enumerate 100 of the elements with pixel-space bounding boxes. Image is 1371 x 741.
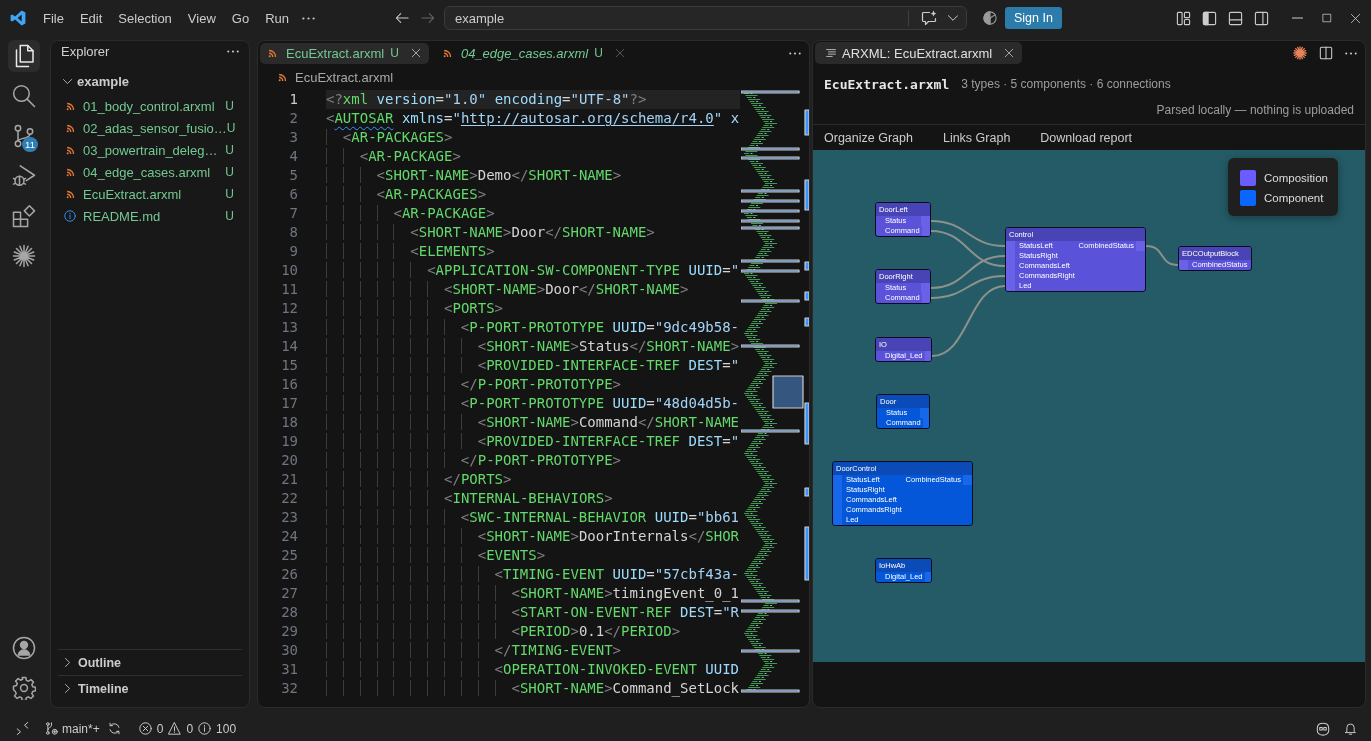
branch-icon[interactable] bbox=[45, 722, 58, 735]
remote-icon[interactable] bbox=[16, 722, 29, 735]
feed-icon bbox=[66, 189, 75, 199]
maximize-icon[interactable] bbox=[1322, 13, 1332, 23]
panel-toggle-icon[interactable] bbox=[1228, 10, 1243, 26]
menu-item[interactable]: Run bbox=[257, 7, 297, 29]
port-marker-icon[interactable] bbox=[833, 515, 842, 525]
toolbar-button[interactable]: Organize Graph bbox=[824, 127, 913, 148]
sign-in-button[interactable]: Sign In bbox=[1005, 7, 1062, 29]
git-status: U bbox=[225, 209, 234, 223]
more-icon[interactable] bbox=[227, 50, 239, 53]
more-icon[interactable] bbox=[789, 51, 801, 55]
section-header[interactable]: Outline bbox=[78, 655, 122, 670]
feed-icon bbox=[66, 167, 75, 177]
robot-face-icon[interactable] bbox=[1316, 721, 1330, 736]
file-name[interactable]: README.md bbox=[83, 208, 161, 224]
port-marker-icon[interactable] bbox=[921, 216, 930, 226]
change-count-badge: 11 bbox=[22, 137, 38, 152]
layout-grid-icon[interactable] bbox=[1176, 10, 1191, 26]
file-name[interactable]: 03_powertrain_deleg… bbox=[83, 142, 218, 158]
legend-label: Composition bbox=[1264, 172, 1328, 184]
feed-icon bbox=[278, 73, 287, 82]
file-name[interactable]: 02_adas_sensor_fusio… bbox=[83, 120, 227, 136]
port-marker-icon[interactable] bbox=[921, 283, 930, 293]
back-arrow-icon[interactable] bbox=[395, 11, 409, 25]
folder-name[interactable]: example bbox=[77, 73, 130, 89]
chevron-right-icon[interactable] bbox=[65, 684, 70, 693]
warning-count[interactable]: 0 bbox=[186, 721, 194, 736]
editor-tab[interactable]: ARXML: EcuExtract.arxml bbox=[815, 42, 1023, 64]
graph-canvas[interactable] bbox=[813, 150, 1365, 662]
port-marker-icon[interactable] bbox=[924, 572, 931, 582]
files-icon[interactable] bbox=[8, 40, 40, 72]
chevron-right-icon[interactable] bbox=[65, 658, 70, 667]
menu-item[interactable]: Selection bbox=[110, 7, 180, 29]
error-icon[interactable] bbox=[138, 722, 152, 735]
port-marker-icon[interactable] bbox=[1136, 241, 1145, 251]
breadcrumb-item[interactable]: EcuExtract.arxml bbox=[295, 70, 394, 85]
bell-icon[interactable] bbox=[1344, 722, 1357, 735]
chevron-down-icon[interactable] bbox=[948, 15, 958, 21]
code-line: <P-PORT-PROTOTYPE UUID="9dc49b58- bbox=[326, 318, 740, 337]
warning-icon[interactable] bbox=[168, 722, 182, 735]
settings-icon[interactable] bbox=[12, 676, 36, 700]
editor-tab[interactable]: EcuExtract.arxml U bbox=[260, 42, 429, 64]
section-header[interactable]: Timeline bbox=[78, 681, 129, 696]
starburst-icon[interactable] bbox=[1293, 46, 1307, 60]
sidebar-toggle-icon[interactable] bbox=[1202, 10, 1217, 26]
line-number: 20 bbox=[281, 451, 298, 470]
port-marker-icon[interactable] bbox=[924, 351, 931, 361]
info-count[interactable]: 100 bbox=[216, 721, 237, 736]
line-number: 19 bbox=[281, 432, 298, 451]
line-number: 24 bbox=[281, 527, 298, 546]
command-center[interactable]: example bbox=[444, 6, 967, 30]
more-icon[interactable] bbox=[302, 16, 315, 20]
file-name[interactable]: 01_body_control.arxml bbox=[83, 98, 215, 114]
more-icon[interactable] bbox=[1345, 51, 1357, 55]
line-number: 2 bbox=[289, 109, 298, 128]
port-marker-icon[interactable] bbox=[920, 408, 929, 418]
info-icon[interactable] bbox=[198, 722, 212, 735]
account-icon[interactable] bbox=[12, 636, 36, 660]
chevron-down-icon[interactable] bbox=[63, 78, 72, 84]
line-number: 16 bbox=[281, 375, 298, 394]
starburst-icon[interactable] bbox=[12, 244, 36, 268]
run-debug-icon[interactable] bbox=[12, 164, 36, 188]
editor-tab[interactable]: 04_edge_cases.arxml U bbox=[434, 42, 633, 64]
menu-item[interactable]: File bbox=[35, 7, 72, 29]
port-marker-icon[interactable] bbox=[833, 475, 842, 485]
file-name[interactable]: EcuExtract.arxml bbox=[83, 186, 182, 202]
feed-icon bbox=[66, 145, 75, 155]
line-number: 1 bbox=[289, 90, 298, 109]
secondary-sidebar-toggle-icon[interactable] bbox=[1254, 10, 1269, 26]
line-number: 3 bbox=[289, 128, 298, 147]
search-icon[interactable] bbox=[12, 84, 36, 108]
file-name[interactable]: 04_edge_cases.arxml bbox=[83, 164, 211, 180]
port-marker-icon[interactable] bbox=[1179, 260, 1188, 270]
feed-icon bbox=[442, 48, 452, 58]
line-number: 17 bbox=[281, 394, 298, 413]
port-marker-icon[interactable] bbox=[1006, 241, 1015, 251]
git-status: U bbox=[225, 143, 234, 157]
menu-item[interactable]: Edit bbox=[71, 7, 111, 29]
sphere-icon[interactable] bbox=[983, 11, 997, 25]
menu-item[interactable]: View bbox=[179, 7, 224, 29]
menu-item[interactable]: Go bbox=[223, 7, 258, 29]
toolbar-button[interactable]: Download report bbox=[1040, 127, 1133, 148]
toolbar-button[interactable]: Links Graph bbox=[942, 127, 1011, 148]
port-marker-icon[interactable] bbox=[963, 475, 972, 485]
code-line: <SHORT-NAME>Door</SHORT-NAME> bbox=[326, 280, 689, 299]
code-line: <P-PORT-PROTOTYPE UUID="48d04d5b- bbox=[326, 394, 740, 413]
port-marker-icon[interactable] bbox=[921, 226, 930, 236]
line-number: 23 bbox=[281, 508, 298, 527]
split-editor-icon[interactable] bbox=[1319, 46, 1333, 60]
port-marker-icon[interactable] bbox=[922, 418, 929, 428]
port-marker-icon[interactable] bbox=[921, 293, 930, 303]
port-marker-icon[interactable] bbox=[1006, 281, 1015, 291]
sync-icon[interactable] bbox=[107, 722, 121, 735]
extensions-icon[interactable] bbox=[12, 204, 36, 228]
git-status: U bbox=[225, 187, 234, 201]
branch-name[interactable]: main*+ bbox=[62, 721, 100, 736]
chat-sparkle-icon[interactable] bbox=[921, 10, 937, 26]
line-number: 14 bbox=[281, 337, 298, 356]
error-count[interactable]: 0 bbox=[156, 721, 164, 736]
